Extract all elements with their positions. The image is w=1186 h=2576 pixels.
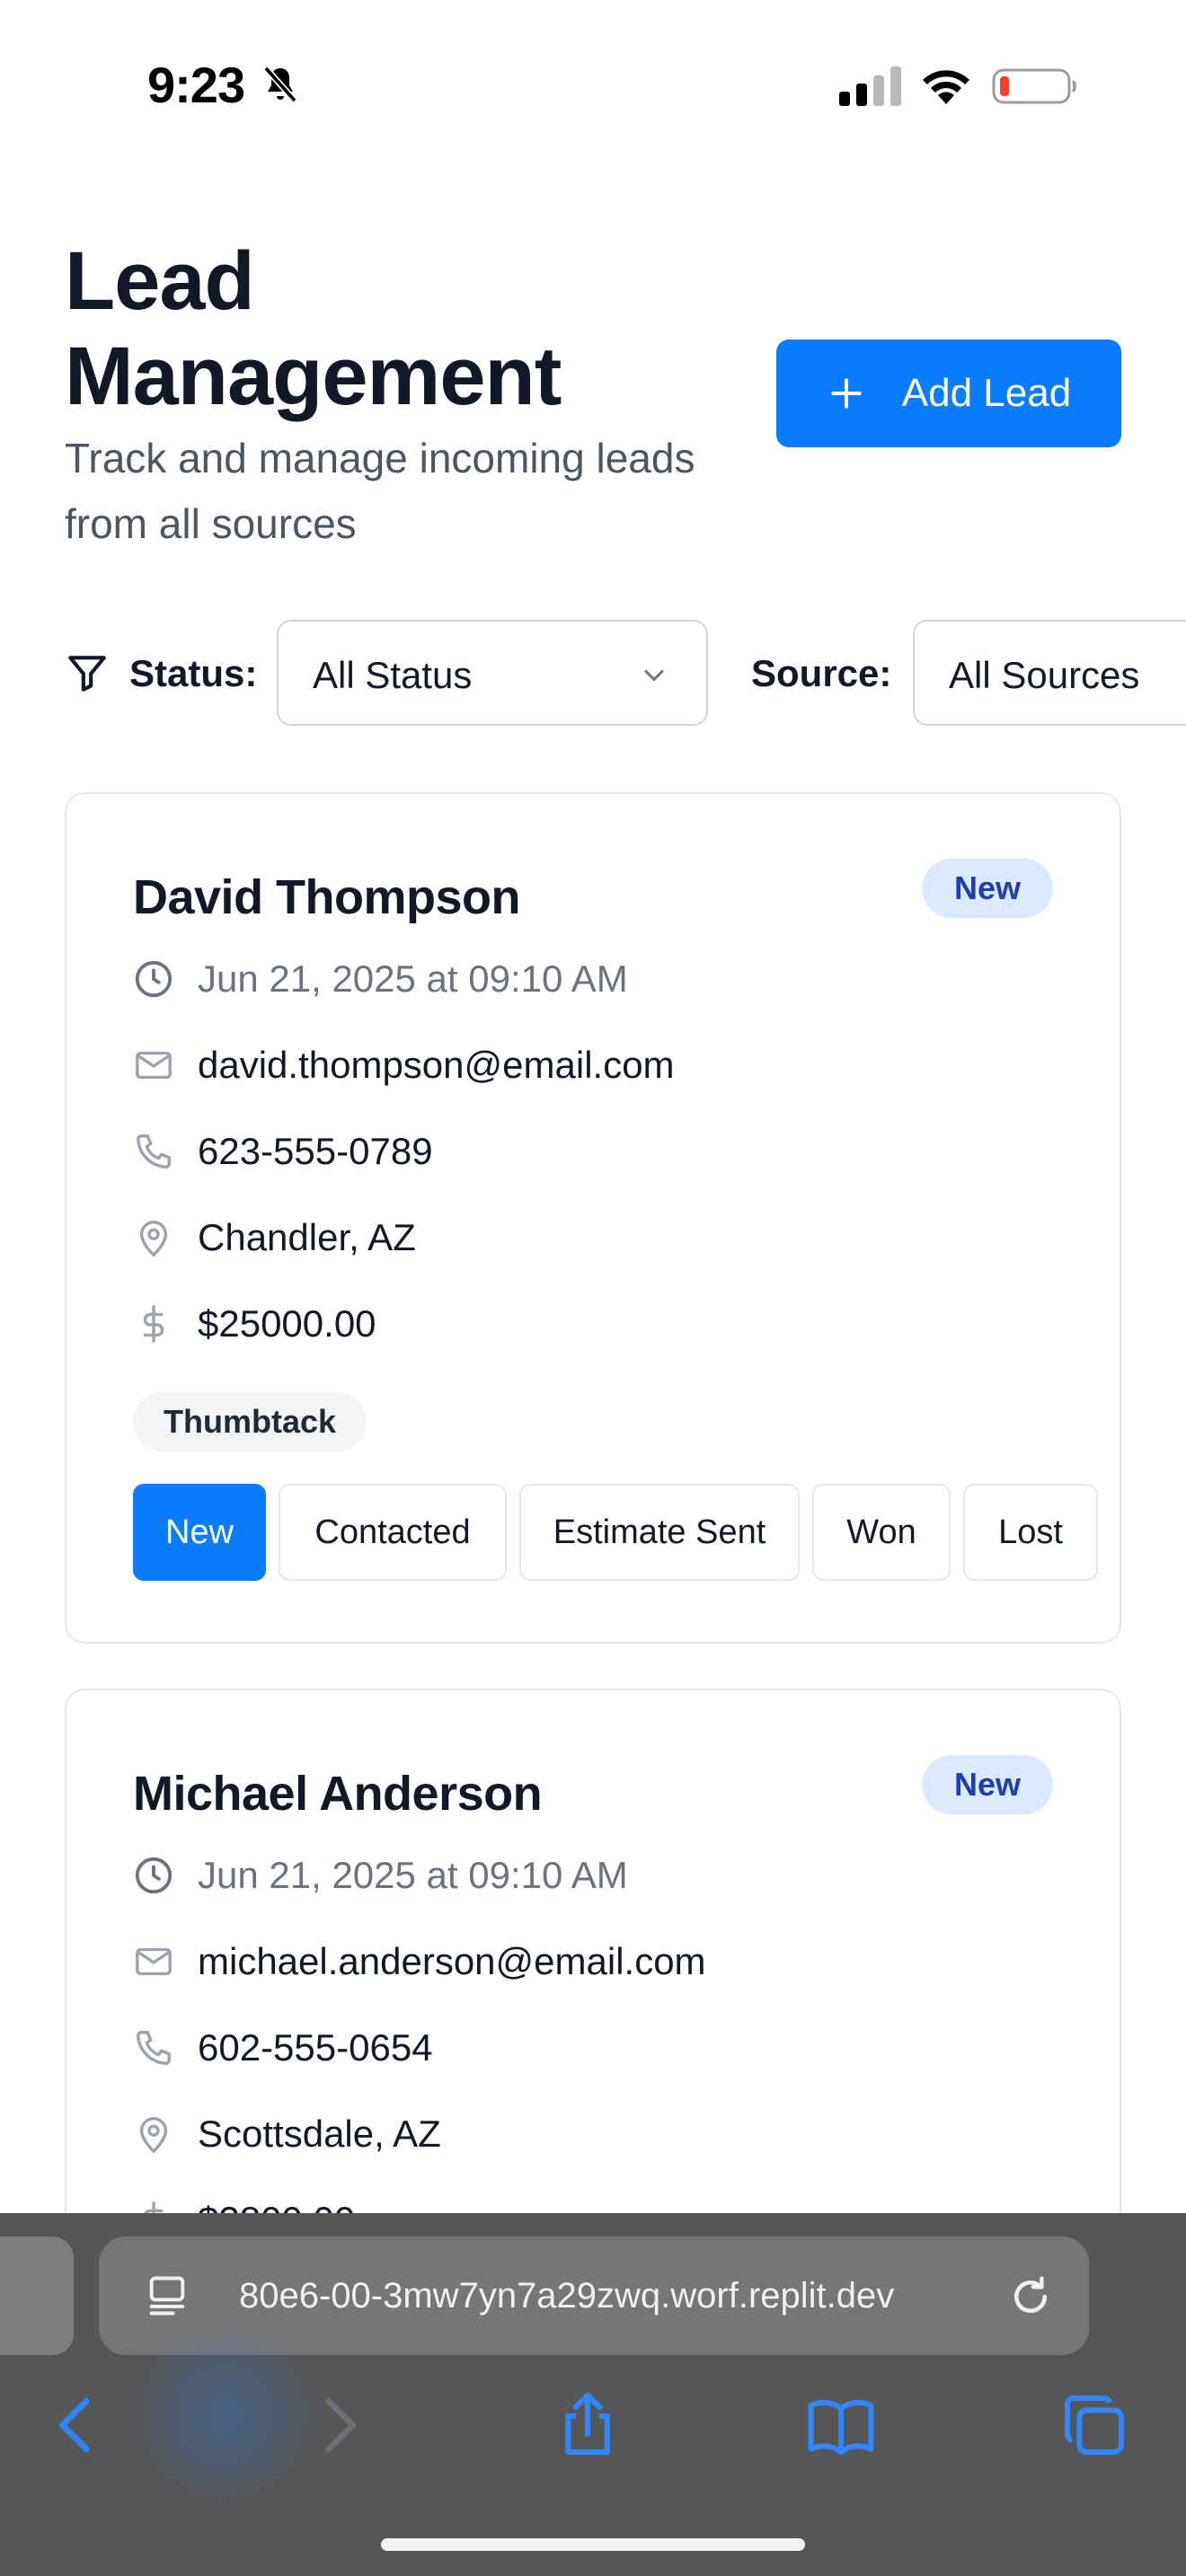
mail-icon [136, 1051, 172, 1080]
lead-phone-row: 602-555-0654 [133, 2021, 433, 2075]
lead-location: Chandler, AZ [198, 1216, 416, 1258]
bookmarks-icon[interactable] [805, 2389, 877, 2461]
lead-phone[interactable]: 602-555-0654 [198, 2026, 433, 2069]
lead-email[interactable]: michael.anderson@email.com [198, 1940, 706, 1983]
url-text[interactable]: 80e6-00-3mw7yn7a29zwq.worf.replit.dev [239, 2276, 894, 2316]
source-tag: Thumbtack [133, 1392, 367, 1451]
lead-datetime: Jun 21, 2025 at 09:10 AM [198, 1854, 628, 1896]
cellular-signal-icon [839, 66, 901, 106]
lead-date-row: Jun 21, 2025 at 09:10 AM [133, 1848, 628, 1902]
lead-card[interactable]: David Thompson New Jun 21, 2025 at 09:10… [65, 792, 1121, 1644]
battery-low-icon [992, 68, 1076, 104]
previous-tab-preview[interactable] [0, 2236, 74, 2355]
lead-date-row: Jun 21, 2025 at 09:10 AM [133, 952, 628, 1006]
mail-icon [136, 1947, 172, 1976]
dollar-icon [143, 1305, 164, 1343]
status-button-estimate-sent[interactable]: Estimate Sent [519, 1484, 800, 1581]
reader-mode-icon[interactable] [144, 2272, 190, 2319]
filter-bar: Status: All Status Source: All Sources [65, 620, 1186, 728]
source-filter-value: All Sources [949, 654, 1140, 696]
lead-email-row: michael.anderson@email.com [133, 1935, 706, 1989]
bell-slash-icon [263, 66, 297, 103]
status-button-lost[interactable]: Lost [963, 1484, 1098, 1581]
page-subtitle: Track and manage incoming leads from all… [65, 435, 695, 547]
status-time: 9:23 [147, 57, 245, 113]
map-pin-icon [139, 2117, 168, 2154]
status-button-contacted[interactable]: Contacted [279, 1484, 507, 1581]
source-filter-select[interactable]: All Sources [913, 620, 1186, 726]
wifi-icon [923, 70, 969, 104]
plus-icon [831, 378, 862, 409]
page-title: Lead Management [65, 235, 562, 422]
lead-email-row: david.thompson@email.com [133, 1038, 675, 1092]
lead-value-row: $25000.00 [133, 1297, 376, 1351]
lead-datetime: Jun 21, 2025 at 09:10 AM [198, 957, 628, 1000]
reload-icon[interactable] [1006, 2272, 1055, 2321]
lead-value: $25000.00 [198, 1302, 376, 1345]
lead-name: David Thompson [133, 870, 521, 924]
lead-phone[interactable]: 623-555-0789 [198, 1130, 433, 1173]
back-icon[interactable] [41, 2389, 113, 2461]
status-filter-select[interactable]: All Status [277, 620, 708, 726]
status-button-won[interactable]: Won [812, 1484, 951, 1581]
lead-location-row: Scottsdale, AZ [133, 2107, 441, 2161]
add-lead-label: Add Lead [901, 371, 1072, 415]
status-button-new[interactable]: New [133, 1484, 266, 1581]
lead-name: Michael Anderson [133, 1767, 543, 1821]
tabs-icon[interactable] [1058, 2389, 1130, 2461]
status-filter-value: All Status [313, 654, 473, 696]
clock-icon [135, 1857, 173, 1894]
share-icon[interactable] [552, 2389, 624, 2461]
ios-status-bar: 9:23 [0, 0, 1186, 171]
lead-card[interactable]: Michael Anderson New Jun 21, 2025 at 09:… [65, 1689, 1121, 2263]
status-badge: New [922, 859, 1053, 918]
lead-phone-row: 623-555-0789 [133, 1125, 433, 1178]
lead-email[interactable]: david.thompson@email.com [198, 1044, 675, 1087]
status-filter-label: Status: [129, 652, 258, 694]
phone-icon [137, 2031, 171, 2065]
home-indicator[interactable] [381, 2538, 805, 2551]
chevron-down-icon [644, 670, 664, 681]
add-lead-button[interactable]: Add Lead [776, 340, 1121, 447]
source-filter-label: Source: [751, 652, 892, 694]
touch-highlight [135, 2325, 314, 2504]
lead-location: Scottsdale, AZ [198, 2113, 441, 2155]
map-pin-icon [139, 1221, 168, 1257]
status-badge: New [922, 1755, 1053, 1814]
phone-icon [137, 1134, 171, 1169]
lead-location-row: Chandler, AZ [133, 1211, 416, 1265]
clock-icon [135, 960, 173, 998]
filter-icon [68, 656, 106, 692]
